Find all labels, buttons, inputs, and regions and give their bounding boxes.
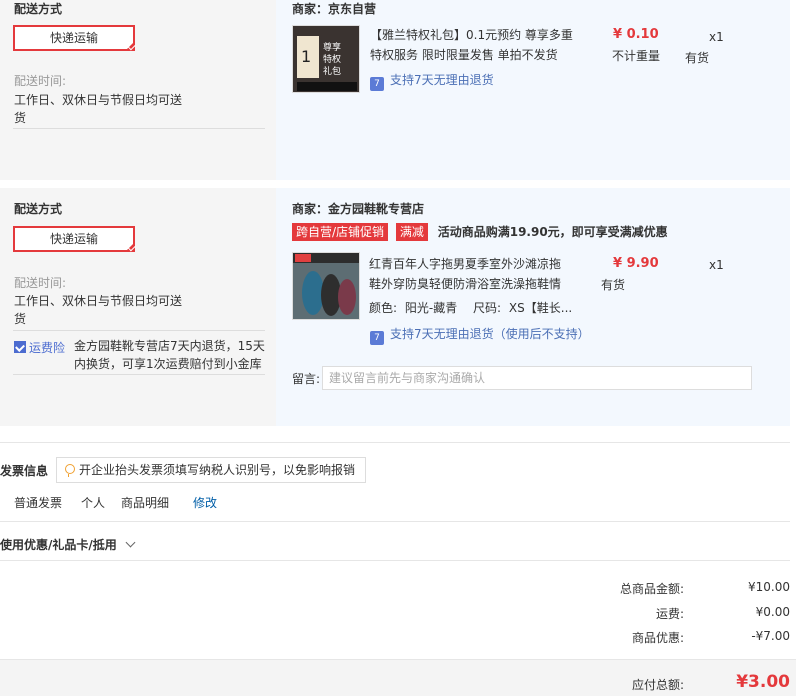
section-divider <box>0 560 790 561</box>
return-policy: 7 支持7天无理由退货（使用后不支持） <box>370 325 590 345</box>
return-policy: 7 支持7天无理由退货 <box>370 71 494 91</box>
coupon-toggle[interactable]: 使用优惠/礼品卡/抵用 <box>0 536 136 553</box>
invoice-content: 商品明细 <box>121 496 170 510</box>
merchant-name: 商家：金方园鞋靴专营店 <box>292 202 425 216</box>
product-title-line: 特权服务 限时限量发售 单拍不发货 <box>370 48 558 62</box>
product-image[interactable]: 1 尊享 特权 礼包 <box>292 25 360 93</box>
insurance-desc-line: 金方园鞋靴专营店7天内退货，15天 <box>74 339 265 353</box>
product-title-line: 【雅兰特权礼包】0.1元预约 尊享多重 <box>370 28 573 42</box>
product-attributes: 颜色: 阳光-藏青 尺码: XS【鞋长... <box>369 299 572 316</box>
discount-label: 商品优惠: <box>631 631 684 645</box>
promo-text: 活动商品购满19.90元，即可享受满减优惠 <box>437 225 668 239</box>
divider <box>13 374 265 375</box>
invoice-tip: 开企业抬头发票须填写纳税人识别号，以免影响报销 <box>56 457 366 483</box>
section-divider <box>0 442 790 443</box>
delivery-time-line: 工作日、双休日与节假日均可送 <box>14 93 183 107</box>
color-label: 颜色: <box>369 301 398 315</box>
size-value: XS【鞋长... <box>508 301 573 315</box>
svg-text:尊享: 尊享 <box>323 41 341 53</box>
goods-total-label: 总商品金额: <box>619 582 684 596</box>
divider <box>13 330 265 331</box>
remark-label: 留言: <box>292 372 321 386</box>
delivery-time-value: 工作日、双休日与节假日均可送 货 <box>14 292 182 328</box>
lightbulb-icon <box>65 464 75 477</box>
product-title[interactable]: 红青百年人字拖男夏季室外沙滩凉拖 鞋外穿防臭轻便防滑浴室洗澡拖鞋情 <box>369 254 579 294</box>
product-image[interactable] <box>292 252 360 320</box>
stock-status: 有货 <box>601 278 626 292</box>
shipping-method-label: 快递运输 <box>49 232 98 246</box>
payable-value: ¥3.00 <box>736 672 790 692</box>
freight-insurance-desc: 金方园鞋靴专营店7天内退货，15天 内换货，可享1次运费赔付到小金库 <box>74 337 265 373</box>
promo-tag-cross-store: 跨自营/店铺促销 <box>292 223 389 241</box>
promo-tag-discount: 满减 <box>395 223 428 241</box>
return-policy-text: 支持7天无理由退货（使用后不支持） <box>390 327 590 341</box>
product-quantity: x1 <box>709 258 724 272</box>
product-weight: 不计重量 <box>612 49 661 63</box>
promotion-row: 跨自营/店铺促销 满减 活动商品购满19.90元，即可享受满减优惠 <box>292 223 668 241</box>
discount-value: -¥7.00 <box>751 629 790 643</box>
order-block-jd: 配送方式 快递运输 配送时间: 工作日、双休日与节假日均可送 货 商家：京东自营… <box>0 0 790 180</box>
merchant-name: 商家：京东自营 <box>292 2 377 16</box>
product-price: ¥ 0.10 <box>613 27 659 42</box>
product-title-line: 红青百年人字拖男夏季室外沙滩凉拖 <box>369 257 562 271</box>
payable-label: 应付总额: <box>631 678 684 692</box>
svg-text:1: 1 <box>301 47 311 66</box>
freight-insurance-badge[interactable]: 运费险 <box>14 339 65 356</box>
selected-check-icon <box>125 41 135 51</box>
shipping-label: 配送方式 <box>14 202 63 216</box>
freight-label: 运费: <box>655 607 684 621</box>
product-price: ¥ 9.90 <box>613 256 659 271</box>
svg-text:礼包: 礼包 <box>323 65 341 77</box>
return-policy-text: 支持7天无理由退货 <box>390 73 494 87</box>
goods-total-value: ¥10.00 <box>748 580 790 594</box>
stock-status: 有货 <box>685 51 710 65</box>
delivery-time-label: 配送时间: <box>14 276 67 290</box>
delivery-time-line: 货 <box>14 111 27 125</box>
delivery-time-line: 工作日、双休日与节假日均可送 <box>14 294 183 308</box>
product-title[interactable]: 【雅兰特权礼包】0.1元预约 尊享多重 特权服务 限时限量发售 单拍不发货 <box>370 25 580 65</box>
invoice-heading: 发票信息 <box>0 464 49 478</box>
return-policy-icon: 7 <box>370 331 384 345</box>
invoice-type: 普通发票 <box>14 496 63 510</box>
insurance-label: 运费险 <box>29 341 66 355</box>
size-label: 尺码: <box>473 301 502 315</box>
delivery-time-line: 货 <box>14 312 27 326</box>
delivery-time-value: 工作日、双休日与节假日均可送 货 <box>14 91 182 127</box>
insurance-icon <box>14 341 26 353</box>
invoice-tip-text: 开企业抬头发票须填写纳税人识别号，以免影响报销 <box>79 463 356 477</box>
shipping-label: 配送方式 <box>14 2 63 16</box>
shipping-method-label: 快递运输 <box>49 31 98 45</box>
product-thumbnail-art <box>293 253 359 319</box>
shipping-method-option[interactable]: 快递运输 <box>13 25 135 51</box>
return-policy-icon: 7 <box>370 77 384 91</box>
coupon-heading: 使用优惠/礼品卡/抵用 <box>0 538 117 552</box>
product-title-line: 鞋外穿防臭轻便防滑浴室洗澡拖鞋情 <box>369 277 562 291</box>
insurance-desc-line: 内换货，可享1次运费赔付到小金库 <box>74 357 262 371</box>
delivery-time-label: 配送时间: <box>14 74 67 88</box>
chevron-down-icon <box>125 537 136 548</box>
svg-text:特权: 特权 <box>323 53 341 65</box>
color-value: 阳光-藏青 <box>404 301 458 315</box>
product-thumbnail-art: 1 尊享 特权 礼包 <box>293 26 359 92</box>
section-divider <box>0 521 790 522</box>
freight-value: ¥0.00 <box>755 605 790 619</box>
selected-check-icon <box>125 242 135 252</box>
product-quantity: x1 <box>709 30 724 44</box>
remark-placeholder: 建议留言前先与商家沟通确认 <box>329 371 486 385</box>
remark-input[interactable]: 建议留言前先与商家沟通确认 <box>322 366 752 390</box>
order-block-shop: 配送方式 快递运输 配送时间: 工作日、双休日与节假日均可送 货 运费险 金方园… <box>0 188 790 426</box>
invoice-title: 个人 <box>81 496 106 510</box>
divider <box>13 128 265 129</box>
shipping-method-option[interactable]: 快递运输 <box>13 226 135 252</box>
invoice-edit-link[interactable]: 修改 <box>193 494 217 511</box>
